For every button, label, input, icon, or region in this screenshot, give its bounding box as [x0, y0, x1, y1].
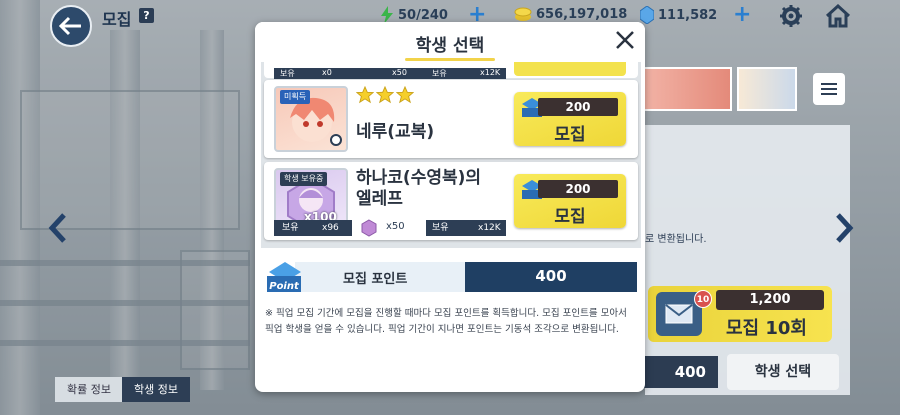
star-icon: [376, 86, 394, 104]
star-icon: [396, 86, 414, 104]
recruit-10-label: 모집 10회: [726, 318, 807, 339]
svg-text:Point: Point: [269, 281, 300, 292]
owned-label: 보유: [432, 69, 447, 78]
ticket-icon: 10: [656, 290, 712, 336]
pyroxene-counter: 111,582: [640, 6, 717, 24]
pyroxene-value: 111,582: [658, 7, 718, 23]
owned-value: x12K: [478, 223, 501, 233]
points-value: 400: [535, 267, 567, 285]
event-banners[interactable]: [642, 67, 802, 111]
student-name: 네루(교복): [356, 122, 435, 142]
recruit-10-button[interactable]: 10 1,200 모집 10회: [648, 286, 832, 342]
page-title: 모집: [102, 10, 132, 29]
ap-value: 50/240: [398, 7, 448, 23]
recruit-button[interactable]: 200 모집: [514, 92, 626, 146]
tab-student-info[interactable]: 학생 정보: [122, 377, 190, 402]
list-item-hanako[interactable]: 학생 보유중 x100 하나코(수영복)의 엘레프 보유 x96 x50 보유 …: [264, 162, 638, 240]
student-name-line2: 엘레프: [356, 189, 403, 209]
add-pyroxene-button[interactable]: +: [733, 2, 751, 27]
menu-button[interactable]: [813, 73, 845, 105]
star-rating: [356, 86, 414, 104]
owned-value: x12K: [480, 68, 501, 77]
owned-label: 보유: [432, 223, 449, 233]
title-underline: [405, 58, 495, 61]
settings-gear-icon[interactable]: [779, 4, 803, 28]
owned-badge: 학생 보유중: [280, 172, 328, 186]
owned-student-seg: 보유 x96: [274, 220, 352, 236]
owned-fragment-seg: 보유 x12K: [426, 220, 506, 236]
back-button[interactable]: [50, 5, 92, 47]
owned-bar: 보유 x96 x50 보유 x12K: [274, 219, 506, 237]
prev-banner-arrow-icon[interactable]: [48, 212, 68, 252]
unowned-badge: 미획득: [280, 90, 311, 104]
pickup-notice: ※ 픽업 모집 기간에 모집을 진행할 때마다 모집 포인트를 획득합니다. 모…: [265, 308, 627, 335]
recruit-button-partial[interactable]: [514, 62, 626, 76]
next-banner-arrow-icon[interactable]: [834, 212, 854, 252]
point-logo-icon: Point: [267, 262, 301, 292]
back-arrow-icon: [59, 16, 81, 36]
list-item[interactable]: 보유 x0 x50 보유 x12K: [264, 62, 638, 79]
credit-coins-icon: [514, 7, 532, 21]
fragment-count: x50: [386, 221, 405, 232]
recruit-10-cost: 1,200: [716, 290, 824, 310]
recruit-label: 모집: [554, 125, 586, 145]
student-select-modal: 학생 선택 보유 x0 x50 보유 x12K 미획득 네루(교복) 200 모…: [255, 22, 645, 392]
modal-title: 학생 선택: [415, 36, 485, 56]
owned-label: 보유: [282, 223, 299, 233]
recruit-cost: 200: [538, 180, 618, 198]
panel-description: 로 변환됩니다.: [645, 234, 707, 245]
recruit-button[interactable]: 200 모집: [514, 174, 626, 228]
recruit-label: 모집: [554, 207, 586, 227]
owned-value: x0: [322, 68, 332, 77]
close-icon[interactable]: [613, 28, 637, 52]
student-select-button[interactable]: 학생 선택: [727, 354, 839, 390]
home-icon[interactable]: [825, 3, 851, 28]
owned-value: x96: [322, 223, 339, 233]
student-portrait: 미획득: [274, 86, 348, 152]
student-name-line1: 하나코(수영복)의: [356, 168, 482, 188]
tab-probability-info[interactable]: 확률 정보: [55, 377, 123, 402]
owned-bar: 보유 x0 x50 보유 x12K: [274, 68, 506, 79]
points-label: 모집 포인트: [343, 272, 408, 287]
credits-counter: 656,197,018: [514, 6, 627, 22]
recruit-points-row: Point 모집 포인트 400: [265, 262, 637, 292]
owned-label: 보유: [280, 69, 295, 78]
ticket-count: 10: [694, 290, 712, 308]
credits-value: 656,197,018: [536, 6, 628, 22]
recruit-cost: 200: [538, 98, 618, 116]
student-list[interactable]: 보유 x0 x50 보유 x12K 미획득 네루(교복) 200 모집 학생 보…: [261, 62, 641, 248]
list-item-neru[interactable]: 미획득 네루(교복) 200 모집: [264, 80, 638, 158]
star-icon: [356, 86, 374, 104]
fragment-count: x50: [392, 68, 407, 77]
eleph-fragment-icon: [361, 219, 377, 237]
modal-header: 학생 선택: [255, 22, 645, 62]
help-icon[interactable]: ?: [139, 8, 154, 23]
